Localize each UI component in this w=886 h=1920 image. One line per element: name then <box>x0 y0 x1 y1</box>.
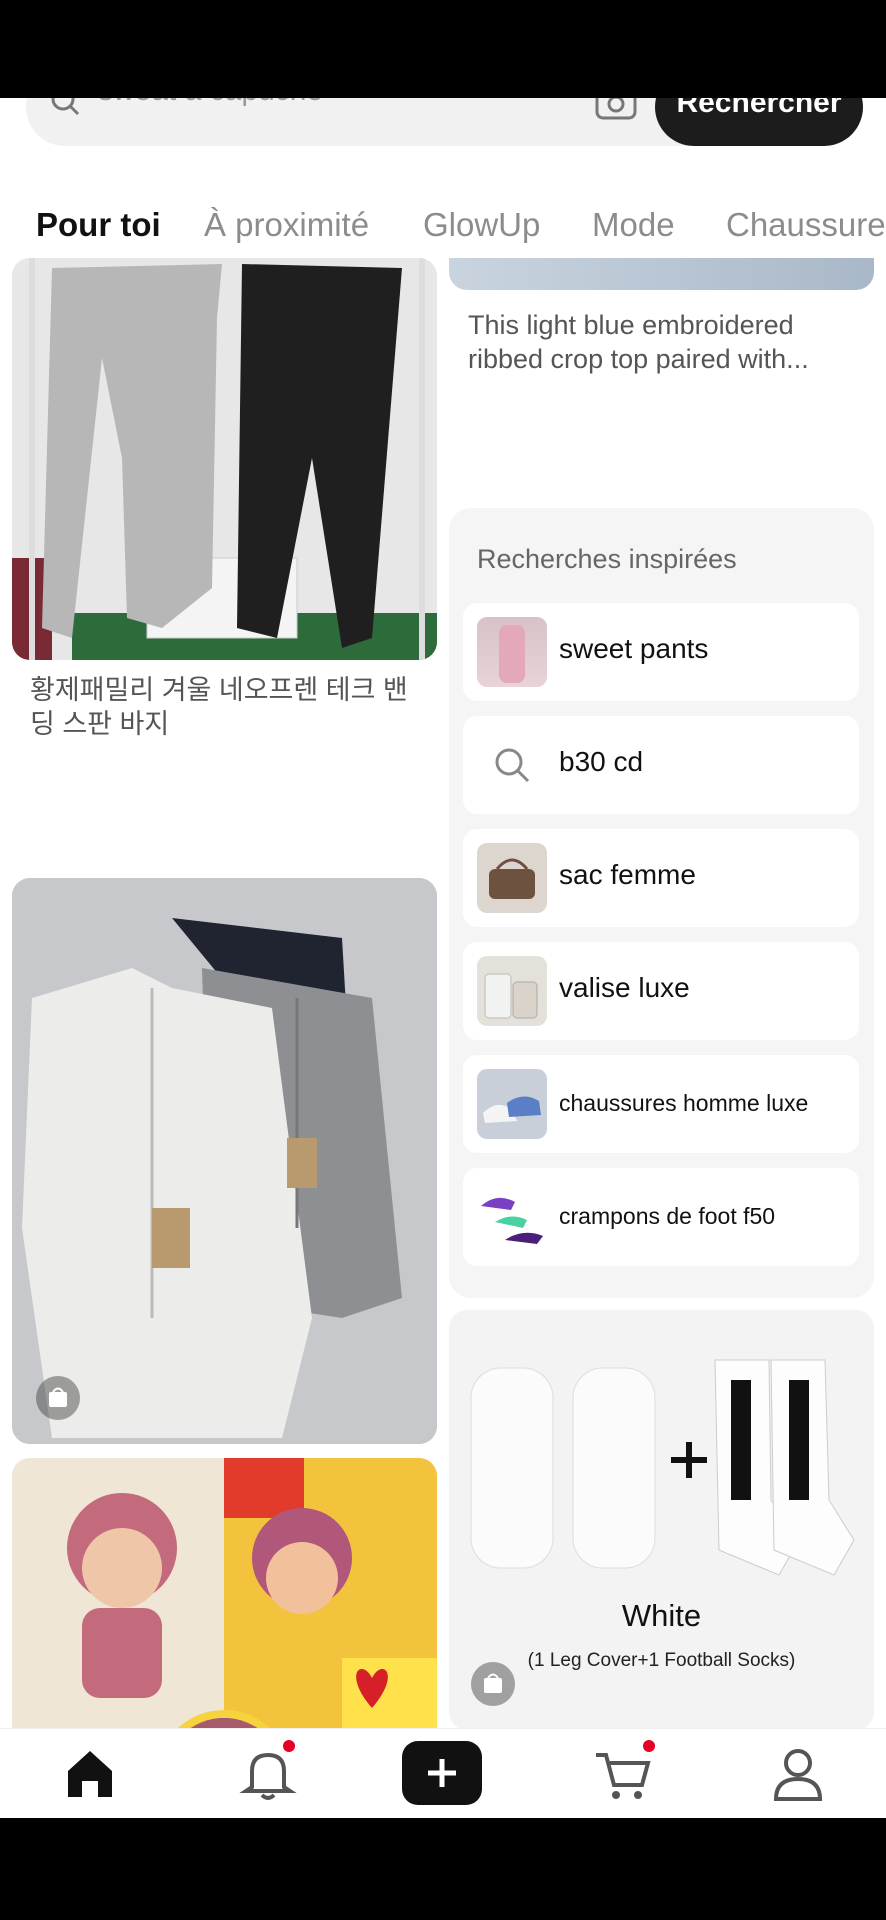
socks-illustration <box>470 1359 855 1576</box>
suggestion-label: chaussures homme luxe <box>559 1090 809 1116</box>
shopping-bag-icon[interactable] <box>471 1662 515 1706</box>
thumbnail-image <box>477 617 547 687</box>
tab-chaussure[interactable]: Chaussure <box>726 206 886 244</box>
camera-icon[interactable] <box>594 98 638 122</box>
category-tabs: Pour toi À proximité GlowUp Mode Chaussu… <box>0 184 886 264</box>
home-icon[interactable] <box>58 1741 122 1805</box>
thumbnail-image <box>477 1182 547 1252</box>
tab-mode[interactable]: Mode <box>592 206 675 244</box>
suggestion-label: valise luxe <box>559 972 690 1003</box>
search-button[interactable]: Rechercher <box>655 98 863 146</box>
suggestion-label: sweet pants <box>559 633 709 664</box>
bottom-nav <box>0 1728 886 1818</box>
thumbnail-image <box>477 1069 547 1139</box>
shopping-bag-icon[interactable] <box>36 1376 80 1420</box>
bell-icon[interactable] <box>236 1737 300 1805</box>
inspired-searches: Recherches inspirées sweet pants b30 cd <box>449 508 874 1298</box>
pin-sweaters-image[interactable] <box>12 878 437 1444</box>
tab-glowup[interactable]: GlowUp <box>423 206 540 244</box>
suggestion-sac-femme[interactable]: sac femme <box>463 829 859 927</box>
tab-a-proximite[interactable]: À proximité <box>204 206 369 244</box>
app-screen: sweat à capuche Rechercher Pour toi À pr… <box>0 98 886 1818</box>
pin-pants-image[interactable] <box>12 258 437 660</box>
pants-illustration <box>12 258 437 660</box>
pin-caption[interactable]: 황제패밀리 겨울 네오프렌 테크 밴딩 스판 바지 <box>30 673 410 741</box>
suggestion-valise-luxe[interactable]: valise luxe <box>463 942 859 1040</box>
notification-dot <box>640 1737 658 1755</box>
sweaters-illustration <box>12 878 437 1444</box>
suggestion-label: sac femme <box>559 859 696 890</box>
tab-pour-toi[interactable]: Pour toi <box>36 206 161 244</box>
suggestion-label: crampons de foot f50 <box>559 1203 776 1229</box>
thumbnail-image <box>477 843 547 913</box>
pin-caption-croptop[interactable]: This light blue embroidered ribbed crop … <box>468 308 868 376</box>
search-icon <box>495 748 530 783</box>
suggestion-crampons-de-foot-f50[interactable]: crampons de foot f50 <box>463 1168 859 1266</box>
suggestion-sweet-pants[interactable]: sweet pants <box>463 603 859 701</box>
product-title: White <box>621 1598 702 1633</box>
pin-feed: 황제패밀리 겨울 네오프렌 테크 밴딩 스판 바지 This light blu… <box>0 258 886 1818</box>
pin-socks-image[interactable]: White (1 Leg Cover+1 Football Socks) <box>449 1310 874 1730</box>
profile-icon[interactable] <box>766 1741 830 1805</box>
cart-icon[interactable] <box>590 1737 658 1805</box>
pin-jeans-image[interactable] <box>449 258 874 290</box>
thumbnail-image <box>477 956 547 1026</box>
notification-dot <box>280 1737 298 1755</box>
plus-icon <box>428 1759 456 1787</box>
suggestion-b30-cd[interactable]: b30 cd <box>463 716 859 814</box>
create-button[interactable] <box>402 1741 482 1805</box>
suggestion-chaussures-homme-luxe[interactable]: chaussures homme luxe <box>463 1055 859 1153</box>
inspired-title: Recherches inspirées <box>477 544 737 574</box>
search-icon <box>51 98 80 116</box>
search-input[interactable]: sweat à capuche <box>98 98 323 108</box>
suggestion-label: b30 cd <box>559 746 644 777</box>
